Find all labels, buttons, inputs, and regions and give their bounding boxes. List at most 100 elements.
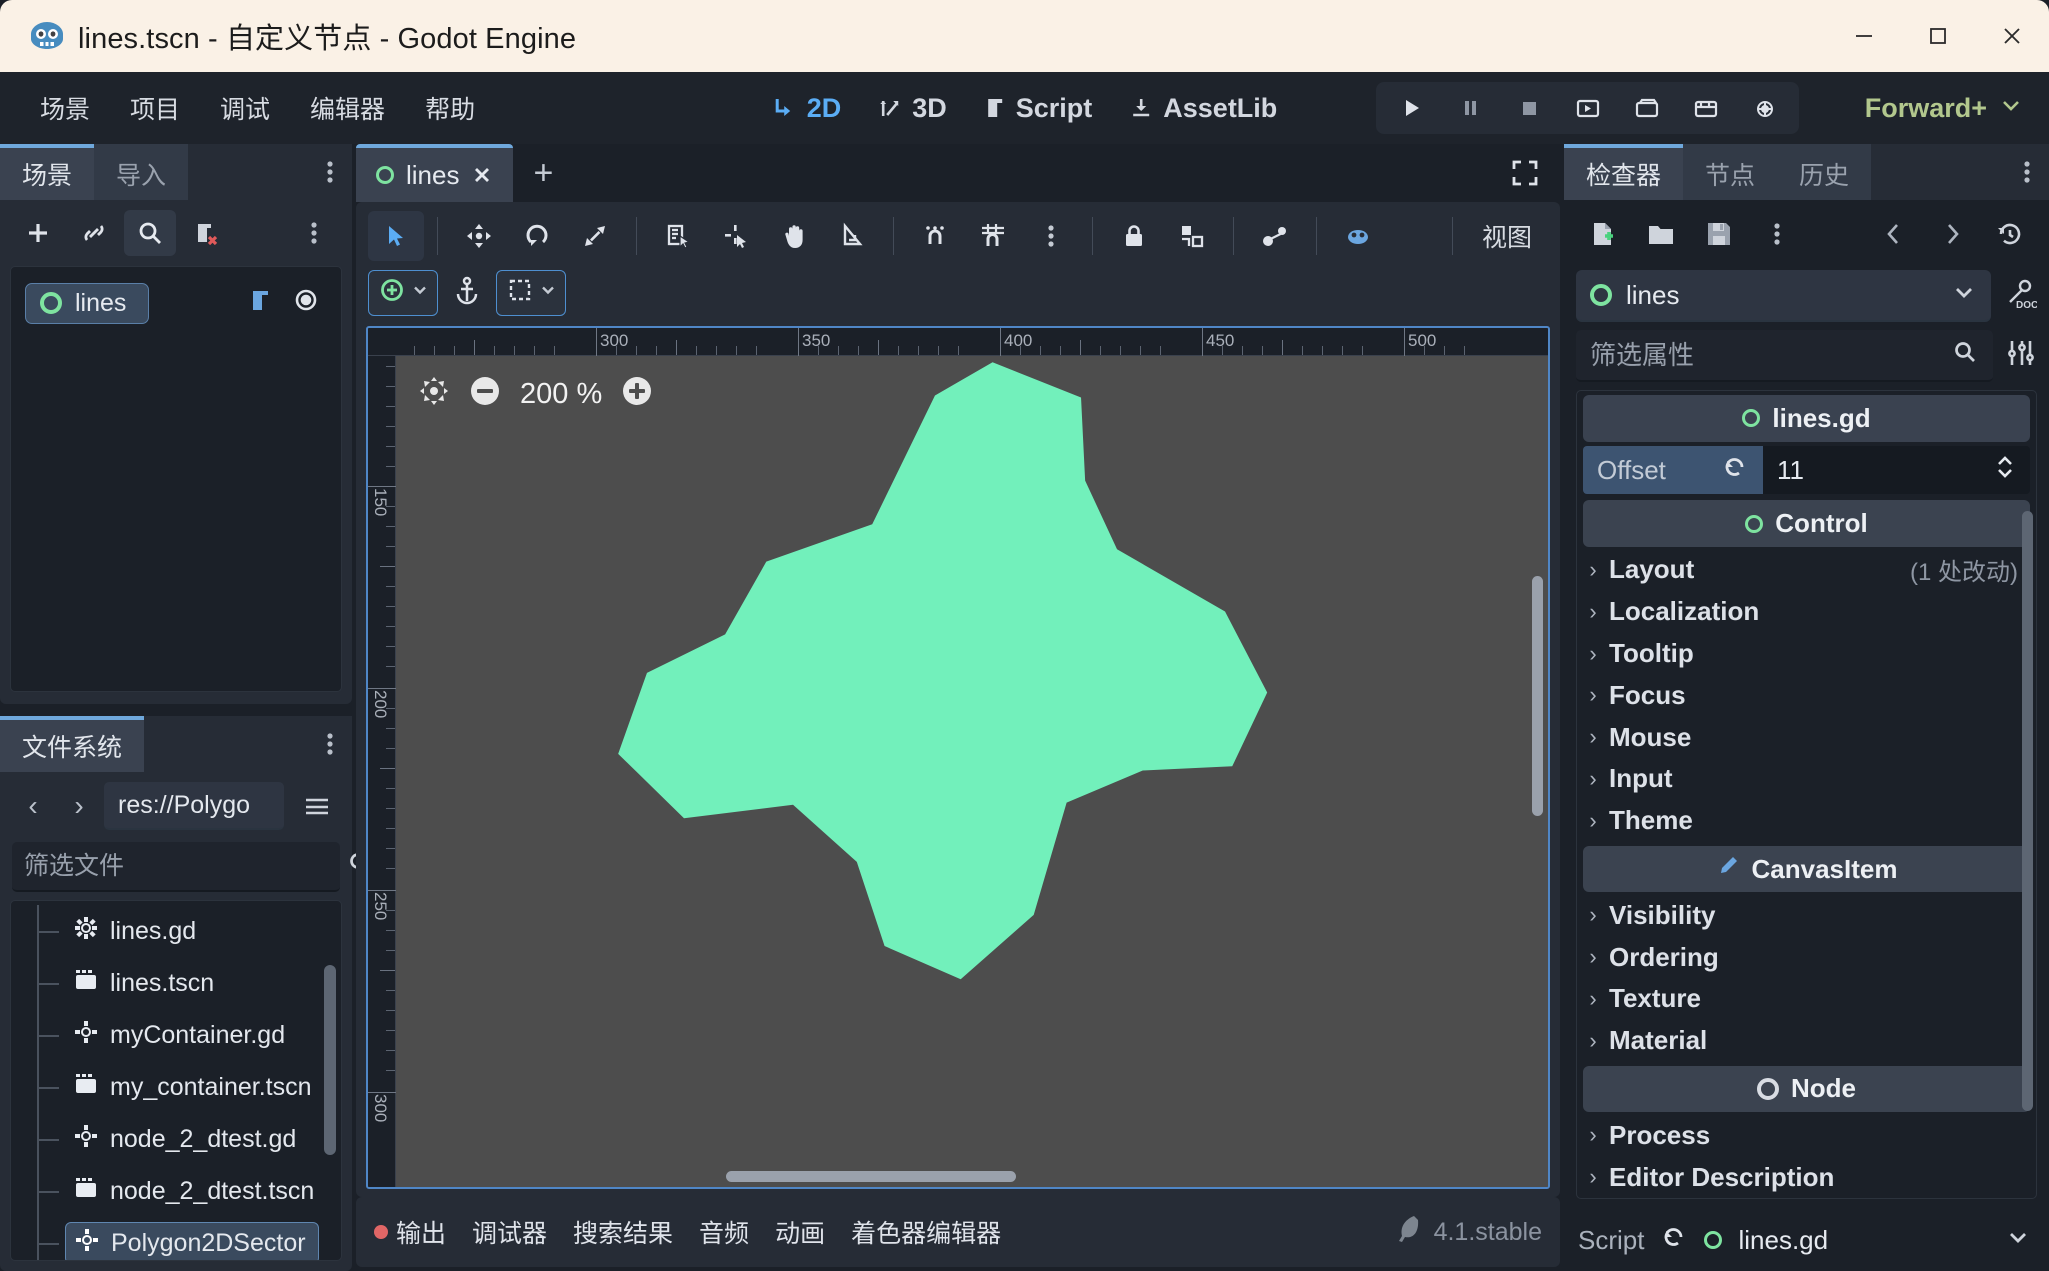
eye-icon[interactable] [291, 285, 321, 321]
spinner-icon[interactable] [1994, 453, 2016, 488]
grid-snap-icon[interactable] [965, 211, 1021, 261]
filesystem-scrollbar[interactable] [324, 965, 336, 1155]
remote-debug-button[interactable] [1736, 84, 1793, 132]
bottom-tab-audio[interactable]: 音频 [699, 1214, 749, 1250]
pan-mode-icon[interactable] [766, 211, 822, 261]
view-menu-button[interactable]: 视图 [1466, 218, 1548, 254]
nav-forward-button[interactable]: › [58, 784, 100, 828]
maximize-button[interactable] [1901, 0, 1975, 72]
scale-mode-icon[interactable] [567, 211, 623, 261]
scene-more-options-icon[interactable] [288, 210, 340, 256]
menu-editor[interactable]: 编辑器 [290, 82, 405, 134]
script-property-row[interactable]: Script lines.gd [1564, 1209, 2049, 1271]
inspector-menu-icon[interactable] [2005, 144, 2049, 200]
tab-scene[interactable]: 场景 [0, 144, 94, 200]
preview-icon[interactable] [1330, 211, 1386, 261]
close-icon[interactable] [471, 164, 493, 186]
tab-node[interactable]: 节点 [1683, 144, 1777, 200]
lock-icon[interactable] [1106, 211, 1162, 261]
scene-node-lines[interactable]: lines [25, 283, 149, 324]
close-button[interactable] [1975, 0, 2049, 72]
new-resource-icon[interactable] [1576, 210, 1630, 258]
property-section-layout[interactable]: › Layout (1 处改动) [1577, 549, 2036, 591]
menu-debug[interactable]: 调试 [200, 82, 290, 134]
canvas-viewport[interactable]: 300 350 400 450 500 [366, 326, 1550, 1189]
list-item[interactable]: Polygon2DSector [11, 1217, 341, 1261]
chevron-down-icon[interactable] [539, 281, 557, 305]
property-section-theme[interactable]: › Theme [1577, 800, 2036, 842]
zoom-out-icon[interactable] [468, 374, 502, 414]
property-section-input[interactable]: › Input [1577, 758, 2036, 800]
zoom-level-label[interactable]: 200 % [520, 378, 602, 411]
minimize-button[interactable] [1827, 0, 1901, 72]
revert-icon[interactable] [1721, 453, 1749, 488]
play-scene-button[interactable] [1559, 84, 1616, 132]
add-node-icon[interactable] [12, 210, 64, 256]
menu-project[interactable]: 项目 [110, 82, 200, 134]
file-entry-selected[interactable]: Polygon2DSector [65, 1222, 319, 1261]
resource-menu-icon[interactable] [1750, 210, 1804, 258]
canvas-surface[interactable]: 200 % [396, 356, 1548, 1187]
split-mode-icon[interactable] [294, 783, 340, 829]
list-item[interactable]: node_2_dtest.gd [11, 1113, 341, 1165]
open-doc-icon[interactable]: DOC [2001, 275, 2037, 317]
tab-script[interactable]: Script [983, 93, 1093, 124]
list-item[interactable]: myContainer.gd [11, 1009, 341, 1061]
history-back-icon[interactable] [1867, 210, 1921, 258]
chevron-down-icon[interactable] [1951, 279, 1977, 312]
property-section-mouse[interactable]: › Mouse [1577, 716, 2036, 758]
file-entry[interactable]: myContainer.gd [65, 1015, 297, 1055]
file-filter-box[interactable] [12, 842, 340, 892]
bottom-tab-debugger[interactable]: 调试器 [472, 1214, 547, 1250]
pivot-mode-icon[interactable] [708, 211, 764, 261]
play-button[interactable] [1382, 84, 1439, 132]
property-section-localization[interactable]: › Localization [1577, 591, 2036, 633]
list-item[interactable]: node_2_dtest.tscn [11, 1165, 341, 1217]
property-section-ordering[interactable]: › Ordering [1577, 936, 2036, 978]
tab-3d[interactable]: 3D [877, 93, 947, 124]
skeleton-icon[interactable] [1247, 211, 1303, 261]
pause-button[interactable] [1441, 84, 1498, 132]
load-resource-icon[interactable] [1634, 210, 1688, 258]
canvas-horizontal-scrollbar[interactable] [726, 1171, 1016, 1182]
object-tools-icon[interactable] [2003, 337, 2037, 375]
polygon-2d-shape[interactable] [396, 356, 1548, 1187]
history-forward-icon[interactable] [1925, 210, 1979, 258]
script-remove-icon[interactable] [180, 210, 232, 256]
zoom-in-icon[interactable] [620, 374, 654, 414]
file-entry[interactable]: lines.gd [65, 911, 208, 951]
property-section-focus[interactable]: › Focus [1577, 674, 2036, 716]
anchor-button[interactable] [444, 270, 490, 316]
history-icon[interactable] [1983, 210, 2037, 258]
zoom-reset-icon[interactable] [418, 375, 450, 413]
list-item[interactable]: lines.tscn [11, 957, 341, 1009]
property-value-field[interactable]: 11 [1763, 446, 2030, 495]
scene-panel-menu-icon[interactable] [308, 144, 352, 200]
new-scene-tab-button[interactable]: + [513, 144, 573, 202]
property-section-material[interactable]: › Material [1577, 1020, 2036, 1062]
select-mode-icon[interactable] [368, 211, 424, 261]
bottom-tab-search-results[interactable]: 搜索结果 [573, 1214, 673, 1250]
inspected-object-selector[interactable]: lines [1576, 270, 1991, 322]
file-filter-input[interactable] [24, 852, 346, 881]
list-item[interactable]: lines.gd [11, 905, 341, 957]
bottom-tab-output[interactable]: 输出 [374, 1214, 446, 1250]
file-entry[interactable]: my_container.tscn [65, 1067, 324, 1107]
script-attached-icon[interactable] [247, 285, 275, 321]
bottom-tab-shader-editor[interactable]: 着色器编辑器 [851, 1214, 1001, 1250]
bottom-tab-animation[interactable]: 动画 [775, 1214, 825, 1250]
property-section-process[interactable]: › Process [1577, 1114, 2036, 1156]
file-entry[interactable]: node_2_dtest.tscn [65, 1171, 326, 1211]
property-filter-input[interactable] [1590, 340, 1951, 371]
file-entry[interactable]: lines.tscn [65, 963, 226, 1003]
tab-import[interactable]: 导入 [94, 144, 188, 200]
ruler-mode-icon[interactable] [824, 211, 880, 261]
add-node-green-button[interactable] [368, 270, 438, 316]
current-path[interactable]: res://Polygo [104, 782, 284, 830]
play-custom-scene-button[interactable] [1618, 84, 1675, 132]
nav-back-button[interactable]: ‹ [12, 784, 54, 828]
file-entry[interactable]: node_2_dtest.gd [65, 1119, 308, 1159]
menu-help[interactable]: 帮助 [405, 82, 495, 134]
scene-search-icon[interactable] [124, 210, 176, 256]
tab-assetlib[interactable]: AssetLib [1128, 93, 1277, 124]
